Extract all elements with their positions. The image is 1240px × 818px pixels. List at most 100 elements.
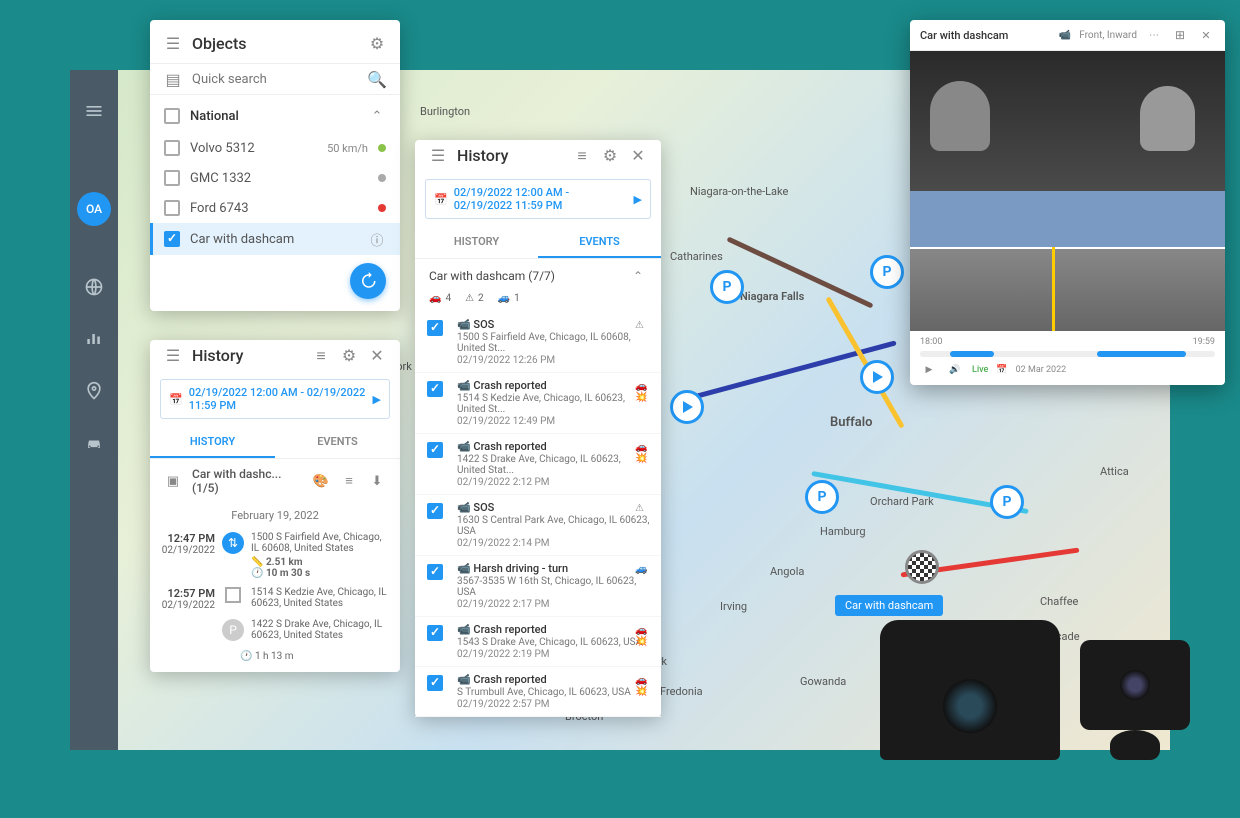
date-range[interactable]: 📅 02/19/2022 12:00 AM - 02/19/2022 11:59… (425, 179, 651, 219)
object-item[interactable]: Volvo 5312 50 km/h (150, 133, 400, 163)
event-checkbox[interactable] (427, 675, 443, 691)
play-icon[interactable]: ▶ (634, 193, 642, 206)
filter-icon[interactable]: ▤ (164, 70, 182, 88)
parking-marker[interactable]: P (990, 485, 1024, 519)
panel-menu-icon[interactable]: ☰ (429, 147, 447, 165)
play-marker[interactable] (860, 360, 894, 394)
location-icon[interactable] (83, 380, 105, 402)
status-dot (378, 144, 386, 152)
close-icon[interactable]: ✕ (629, 147, 647, 165)
event-checkbox[interactable] (427, 320, 443, 336)
list-icon[interactable]: ≡ (340, 472, 358, 490)
event-item[interactable]: 📹 SOS 1630 S Central Park Ave, Chicago, … (415, 495, 661, 556)
list-icon[interactable]: ≡ (312, 347, 330, 365)
event-address: 1630 S Central Park Ave, Chicago, IL 606… (457, 515, 651, 537)
gear-icon[interactable]: ⚙ (340, 347, 358, 365)
info-icon[interactable]: ⓘ (368, 230, 386, 248)
trip-date: February 19, 2022 (150, 503, 400, 528)
live-label[interactable]: Live (972, 365, 988, 375)
tab-history[interactable]: HISTORY (415, 227, 538, 258)
alert-count: ⚠ 2 (465, 293, 484, 304)
car-icon[interactable] (83, 432, 105, 454)
group-label: National (190, 109, 358, 124)
close-icon[interactable]: ✕ (1197, 26, 1215, 44)
parking-marker[interactable]: P (710, 270, 744, 304)
volume-icon[interactable]: 🔊 (946, 361, 964, 379)
group-checkbox[interactable] (164, 108, 180, 124)
collapse-icon[interactable]: ▣ (164, 472, 182, 490)
parking-marker[interactable]: P (805, 480, 839, 514)
object-group[interactable]: National ⌃ (150, 99, 400, 133)
object-item[interactable]: Car with dashcam ⓘ (150, 223, 400, 255)
object-checkbox[interactable] (164, 140, 180, 156)
tab-history[interactable]: HISTORY (150, 427, 275, 458)
video-inward[interactable] (910, 51, 1225, 191)
trip-row[interactable]: 12:57 PM02/19/2022 1514 S Kedzie Ave, Ch… (150, 583, 400, 615)
event-type-icon: 🚗💥 (635, 625, 651, 641)
object-checkbox[interactable] (164, 170, 180, 186)
trip-row[interactable]: 12:47 PM02/19/2022 ⇅ 1500 S Fairfield Av… (150, 528, 400, 583)
event-time: 02/19/2022 2:17 PM (457, 599, 651, 610)
close-icon[interactable]: ✕ (368, 347, 386, 365)
event-item[interactable]: 📹 Crash reported 1422 S Drake Ave, Chica… (415, 434, 661, 495)
trip-row[interactable]: P 1422 S Drake Ave, Chicago, IL 60623, U… (150, 615, 400, 645)
event-checkbox[interactable] (427, 381, 443, 397)
play-icon[interactable]: ▶ (373, 393, 381, 406)
panel-menu-icon[interactable]: ☰ (164, 347, 182, 365)
panel-menu-icon[interactable]: ☰ (164, 35, 182, 53)
globe-icon[interactable] (83, 276, 105, 298)
event-type-icon: ⚠ (635, 503, 651, 519)
object-name: Volvo 5312 (190, 141, 317, 156)
download-icon[interactable]: ⬇ (368, 472, 386, 490)
map-label: Burlington (420, 105, 470, 118)
more-icon[interactable]: ⋯ (1145, 26, 1163, 44)
play-icon[interactable]: ▶ (920, 361, 938, 379)
event-checkbox[interactable] (427, 442, 443, 458)
event-item[interactable]: 📹 Crash reported 1514 S Kedzie Ave, Chic… (415, 373, 661, 434)
clock-icon: 🕐 (240, 651, 252, 662)
dashcam-device-2 (1080, 640, 1190, 730)
chart-icon[interactable] (83, 328, 105, 350)
search-input[interactable] (192, 72, 358, 87)
gear-icon[interactable]: ⚙ (601, 147, 619, 165)
event-checkbox[interactable] (427, 503, 443, 519)
video-timeline: 18:00 19:59 ▶ 🔊 Live 📅 02 Mar 2022 (910, 331, 1225, 385)
event-address: 1500 S Fairfield Ave, Chicago, IL 60608,… (457, 332, 651, 354)
event-checkbox[interactable] (427, 564, 443, 580)
object-checkbox[interactable] (164, 231, 180, 247)
object-checkbox[interactable] (164, 200, 180, 216)
play-marker[interactable] (670, 390, 704, 424)
chevron-up-icon[interactable]: ⌃ (629, 267, 647, 285)
event-checkbox[interactable] (427, 625, 443, 641)
event-time: 02/19/2022 2:57 PM (457, 699, 651, 710)
calendar-icon: 📅 (434, 193, 448, 206)
event-item[interactable]: 📹 Crash reported S Trumbull Ave, Chicago… (415, 667, 661, 717)
event-item[interactable]: 📹 Crash reported 1543 S Drake Ave, Chica… (415, 617, 661, 667)
search-icon[interactable]: 🔍 (368, 70, 386, 88)
object-item[interactable]: GMC 1332 (150, 163, 400, 193)
menu-icon[interactable] (83, 100, 105, 122)
timeline-bar[interactable] (920, 351, 1215, 357)
event-item[interactable]: 📹 SOS 1500 S Fairfield Ave, Chicago, IL … (415, 312, 661, 373)
chevron-up-icon[interactable]: ⌃ (368, 107, 386, 125)
finish-marker[interactable] (905, 550, 939, 584)
tab-events[interactable]: EVENTS (538, 227, 661, 258)
history-title: History (192, 346, 302, 365)
video-source[interactable]: Front, Inward (1079, 30, 1137, 41)
calendar-icon[interactable]: 📅 (996, 365, 1007, 375)
avatar[interactable]: OA (77, 192, 111, 226)
date-range[interactable]: 📅 02/19/2022 12:00 AM - 02/19/2022 11:59… (160, 379, 390, 419)
map-label: Niagara Falls (740, 290, 804, 303)
history-fab[interactable] (350, 263, 386, 299)
object-item[interactable]: Ford 6743 (150, 193, 400, 223)
tl-start: 18:00 (920, 337, 942, 347)
gear-icon[interactable]: ⚙ (368, 35, 386, 53)
grid-icon[interactable]: ⊞ (1171, 26, 1189, 44)
list-icon[interactable]: ≡ (573, 147, 591, 165)
video-front[interactable] (910, 191, 1225, 331)
event-item[interactable]: 📹 Harsh driving - turn 3567-3535 W 16th … (415, 556, 661, 617)
parking-marker[interactable]: P (870, 255, 904, 289)
palette-icon[interactable]: 🎨 (312, 472, 330, 490)
events-summary[interactable]: Car with dashcam (7/7) ⌃ (415, 259, 661, 293)
tab-events[interactable]: EVENTS (275, 427, 400, 458)
